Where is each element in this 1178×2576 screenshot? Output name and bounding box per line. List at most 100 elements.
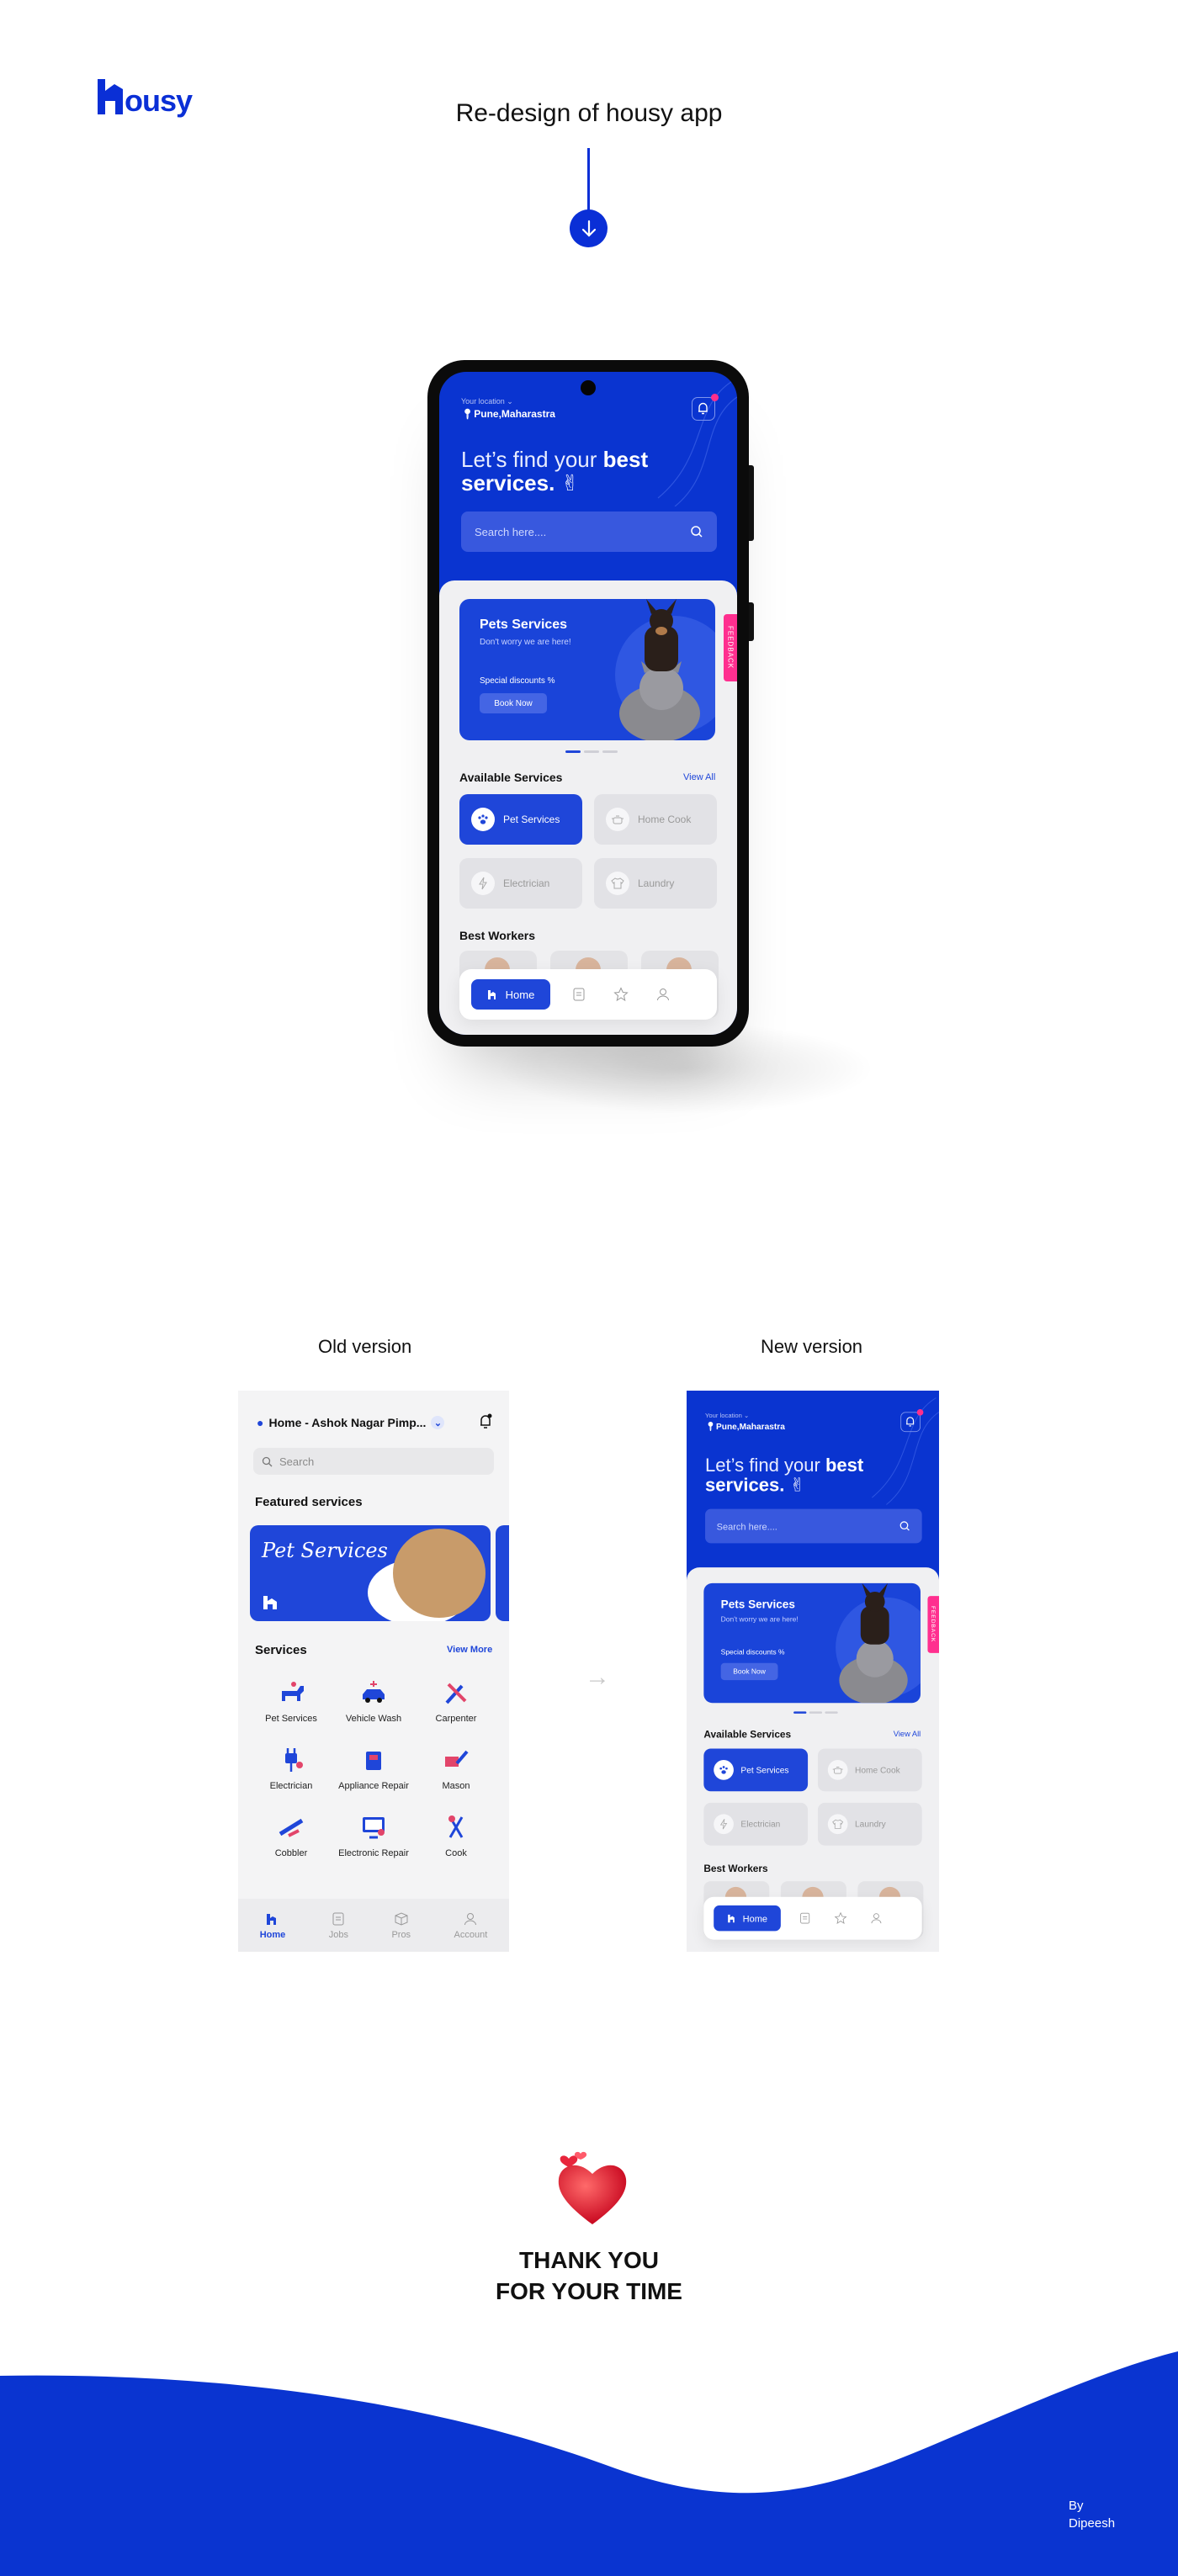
user-icon xyxy=(871,1913,882,1924)
nav-favorites-button[interactable] xyxy=(830,1911,852,1925)
nav-home-button[interactable]: Home xyxy=(471,979,550,1010)
old-location-selector[interactable]: ● Home - Ashok Nagar Pimp... ⌄ xyxy=(257,1416,445,1429)
footer-wave xyxy=(0,2351,1178,2576)
old-service-electrician[interactable]: Electrician xyxy=(250,1746,332,1791)
appliance-icon xyxy=(358,1746,389,1774)
location-label[interactable]: Your location ⌄ xyxy=(461,397,513,406)
page-title: Re-design of housy app xyxy=(455,99,723,127)
content-sheet: Pets Services Don't worry we are here! S… xyxy=(687,1567,939,1952)
bottom-navigation: Home xyxy=(703,1896,922,1940)
location-pin-icon: 📍︎ xyxy=(705,1421,716,1432)
service-home-cook[interactable]: Home Cook xyxy=(817,1748,922,1792)
old-service-cook[interactable]: Cook xyxy=(415,1813,497,1858)
old-service-pet[interactable]: Pet Services xyxy=(250,1678,332,1724)
hand-emoji-icon: ✌︎ xyxy=(789,1474,805,1496)
service-pet-services[interactable]: Pet Services xyxy=(459,794,582,845)
document-icon xyxy=(332,1912,344,1925)
document-icon xyxy=(573,988,585,1001)
search-input[interactable]: Search here.... xyxy=(705,1508,922,1544)
notification-button[interactable] xyxy=(900,1409,924,1433)
old-tab-pros[interactable]: Pros xyxy=(391,1911,411,1940)
nav-jobs-button[interactable] xyxy=(793,1912,816,1925)
old-tab-account[interactable]: Account xyxy=(454,1911,487,1940)
banner-subtitle: Don't worry we are here! xyxy=(720,1615,799,1625)
carousel-dot xyxy=(565,750,581,753)
carousel-dots[interactable] xyxy=(565,750,618,753)
nav-home-button[interactable]: Home xyxy=(714,1905,781,1932)
nav-profile-button[interactable] xyxy=(650,987,677,1002)
old-service-electronic-repair[interactable]: Electronic Repair xyxy=(332,1813,415,1858)
search-input[interactable]: Search here.... xyxy=(461,511,717,552)
cooking-pot-icon xyxy=(606,808,629,831)
camera-notch xyxy=(581,380,596,395)
user-icon xyxy=(464,1912,477,1925)
home-icon xyxy=(727,1914,735,1923)
shirt-icon xyxy=(827,1814,848,1835)
promo-banner[interactable]: Pets Services Don't worry we are here! S… xyxy=(703,1582,921,1704)
banner-discount: Special discounts % xyxy=(720,1648,785,1657)
hand-emoji-icon: ✌︎ xyxy=(560,470,580,496)
nav-favorites-button[interactable] xyxy=(608,987,634,1002)
arrow-down-icon xyxy=(570,209,608,247)
bell-icon xyxy=(698,402,708,415)
old-featured-banner[interactable]: Pet Services xyxy=(250,1525,491,1621)
view-all-link[interactable]: View All xyxy=(894,1730,921,1738)
user-icon xyxy=(657,989,669,1001)
document-icon xyxy=(800,1912,810,1924)
old-service-vehicle-wash[interactable]: Vehicle Wash xyxy=(332,1678,415,1724)
service-home-cook[interactable]: Home Cook xyxy=(594,794,717,845)
headline: Let’s find your best services. ✌︎ xyxy=(705,1454,864,1496)
nav-jobs-button[interactable] xyxy=(565,987,592,1002)
book-now-button[interactable]: Book Now xyxy=(480,693,547,713)
search-icon xyxy=(899,1521,910,1531)
service-pet-services[interactable]: Pet Services xyxy=(703,1748,809,1792)
old-service-carpenter[interactable]: Carpenter xyxy=(415,1678,497,1724)
best-workers-title: Best Workers xyxy=(703,1863,768,1874)
old-service-appliance-repair[interactable]: Appliance Repair xyxy=(332,1746,415,1791)
old-services-title: Services xyxy=(255,1643,307,1657)
carousel-dot xyxy=(793,1711,807,1714)
service-laundry[interactable]: Laundry xyxy=(817,1802,922,1846)
view-all-link[interactable]: View All xyxy=(683,772,715,782)
service-electrician[interactable]: Electrician xyxy=(459,858,582,909)
housy-new-app: Your location ⌄ 📍︎Pune,Maharastra Let’s … xyxy=(439,372,737,1035)
search-icon xyxy=(262,1456,273,1466)
nav-profile-button[interactable] xyxy=(865,1912,888,1925)
service-electrician[interactable]: Electrician xyxy=(703,1802,809,1846)
housy-logo-icon xyxy=(263,1596,277,1609)
monitor-icon xyxy=(358,1813,389,1842)
home-icon xyxy=(267,1913,276,1925)
location-value[interactable]: 📍︎Pune,Maharastra xyxy=(705,1421,785,1431)
carousel-dot xyxy=(809,1711,823,1714)
old-service-cobbler[interactable]: Cobbler xyxy=(250,1813,332,1858)
old-tab-home[interactable]: Home xyxy=(260,1911,285,1940)
carousel-dots[interactable] xyxy=(793,1711,838,1714)
paw-icon xyxy=(471,808,495,831)
service-laundry[interactable]: Laundry xyxy=(594,858,717,909)
chevron-down-icon: ⌄ xyxy=(743,1412,750,1419)
shoe-icon xyxy=(276,1813,306,1842)
old-service-mason[interactable]: Mason xyxy=(415,1746,497,1791)
available-services-title: Available Services xyxy=(703,1728,792,1741)
old-tab-jobs[interactable]: Jobs xyxy=(329,1911,348,1940)
promo-banner[interactable]: Pets Services Don't worry we are here! S… xyxy=(459,599,715,740)
notification-button[interactable] xyxy=(692,394,719,421)
utensils-icon xyxy=(441,1813,471,1842)
old-search-input[interactable]: Search xyxy=(253,1448,494,1475)
dog-cat-image xyxy=(619,599,700,740)
view-more-link[interactable]: View More xyxy=(447,1645,492,1655)
location-label[interactable]: Your location ⌄ xyxy=(705,1412,749,1419)
banner-title: Pets Services xyxy=(480,617,568,632)
old-featured-banner-next[interactable] xyxy=(496,1525,509,1621)
bell-icon[interactable] xyxy=(477,1413,494,1435)
feedback-tab[interactable]: FEEDBACK xyxy=(927,1596,939,1653)
feedback-tab[interactable]: FEEDBACK xyxy=(724,614,737,681)
old-version-label: Old version xyxy=(318,1336,412,1357)
featured-services-title: Featured services xyxy=(255,1495,363,1509)
book-now-button[interactable]: Book Now xyxy=(720,1662,778,1681)
paw-icon xyxy=(714,1760,734,1780)
location-value[interactable]: 📍︎Pune,Maharastra xyxy=(461,408,555,420)
location-pin-icon: ● xyxy=(257,1416,264,1429)
box-icon xyxy=(395,1911,408,1926)
carousel-dot xyxy=(825,1711,838,1714)
